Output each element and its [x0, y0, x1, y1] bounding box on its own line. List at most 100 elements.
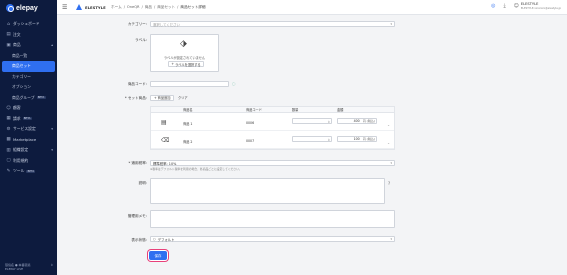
status-select[interactable]: ○ デフォルト ▾ — [150, 236, 395, 242]
save-button[interactable]: 保存 — [149, 251, 167, 260]
quantity-input[interactable]: ⇕ — [292, 136, 332, 142]
invoice-icon: ▦ — [6, 116, 11, 122]
check-circle-icon: ◌ — [232, 81, 236, 86]
product-name: 商品 2 — [183, 140, 193, 144]
store-name: ELESTYLE — [85, 5, 106, 10]
memo-textarea[interactable] — [150, 210, 395, 228]
sidebar-item-customers[interactable]: ☺ 顧客 — [0, 103, 57, 114]
doc-icon: ▢ — [6, 158, 11, 164]
category-label: カテゴリー: — [127, 22, 147, 26]
sidebar-item-products[interactable]: ▣ 商品 ▴ — [0, 40, 57, 51]
product-code-input[interactable] — [150, 81, 229, 87]
plus-icon: + — [171, 62, 175, 66]
help-icon[interactable]: ? — [388, 181, 390, 186]
product-code: 0006 — [246, 121, 255, 125]
label-label: ラベル: — [135, 38, 147, 42]
status-value: デフォルト — [157, 237, 175, 242]
sidebar: elepay ⌂ ダッシュボード ▤ 注文 ▣ 商品 ▴ 商品一覧 商品セット カテゴリ… — [0, 0, 57, 275]
breadcrumb-separator: / — [177, 5, 179, 9]
set-products-label: * セット商品: — [124, 96, 147, 100]
marketplace-icon: ▩ — [6, 137, 11, 143]
breadcrumb-separator: / — [141, 5, 143, 9]
sidebar-item-product-list[interactable]: 商品一覧 — [0, 51, 57, 62]
description-textarea[interactable] — [150, 178, 385, 204]
status-label: 表示状態: — [131, 238, 147, 242]
product-code-label: 商品コード: — [127, 82, 147, 86]
label-empty-text: ラベルが設定されていません — [163, 56, 206, 60]
user-email: ELESTYLE.xxxxxxx@elestyle.jp — [520, 6, 561, 10]
product-name: 商品 1 — [183, 122, 193, 126]
plus-icon: + — [154, 95, 157, 100]
topbar: ☰ ELESTYLE ホーム / OneQR / 商品 / 商品セット / 商品セット詳… — [57, 0, 567, 15]
chevron-down-icon: ▾ — [390, 161, 392, 165]
col-header-name: 商品名 — [183, 108, 193, 112]
breadcrumb-product-sets[interactable]: 商品セット — [157, 5, 175, 10]
breadcrumb-separator: / — [123, 5, 125, 9]
quantity-input[interactable]: ⇕ — [292, 118, 332, 124]
sidebar-item-marketplace[interactable]: ▩ Marketplace — [0, 135, 57, 146]
download-icon[interactable]: ⤓ — [503, 3, 505, 9]
environment-name: ELEPAY LIVE — [5, 267, 24, 271]
breadcrumb-products[interactable]: 商品 — [145, 5, 152, 10]
category-placeholder: 選択してください — [153, 22, 180, 27]
tax-rate-select[interactable]: 標準税率: 10% ▾ — [150, 160, 395, 166]
breadcrumb-separator: / — [153, 5, 156, 9]
sidebar-item-categories[interactable]: カテゴリー — [0, 72, 57, 83]
stepper-icon[interactable]: ⇕ — [327, 120, 330, 124]
environment-switcher[interactable]: 環境名 ● 本番環境 ELEPAY LIVE ⇕ — [5, 263, 53, 271]
home-icon: ⌂ — [7, 21, 10, 27]
user-menu[interactable]: ☺ ELESTYLE ELESTYLE.xxxxxxx@elestyle.jp — [513, 2, 561, 10]
sidebar-item-product-groups[interactable]: 商品グループ BETA — [0, 93, 57, 104]
description-label: 説明: — [138, 181, 147, 185]
sidebar-item-terms[interactable]: ▢ 利用規約 — [0, 156, 57, 167]
set-products-table: 商品名 商品コード 数量 金額 ▤ 商品 1 0006 ⇕ 400 円 (税込)… — [150, 106, 395, 150]
breadcrumb-home[interactable]: ホーム — [111, 5, 122, 10]
logo[interactable]: elepay — [6, 4, 38, 12]
logo-icon — [6, 4, 14, 12]
remove-row-icon[interactable]: ⌄ — [387, 123, 390, 127]
sidebar-item-product-sets[interactable]: 商品セット — [2, 61, 55, 72]
chevron-down-icon: ▾ — [51, 148, 53, 153]
beta-badge: BETA — [36, 96, 46, 100]
table-row: ▤ 商品 1 0006 ⇕ 400 円 (税込) ⌄ — [151, 113, 394, 131]
col-header-price: 金額 — [337, 108, 344, 112]
store-logo-icon — [76, 4, 82, 10]
box-icon: ▣ — [6, 42, 11, 48]
sidebar-item-dashboard[interactable]: ⌂ ダッシュボード — [0, 19, 57, 30]
chevron-down-icon: ▾ — [390, 22, 392, 26]
product-code: 0007 — [246, 139, 255, 143]
sidebar-item-orders[interactable]: ▤ 注文 — [0, 30, 57, 41]
chevron-updown-icon: ⇕ — [50, 263, 53, 267]
chevron-down-icon: ▾ — [390, 237, 392, 241]
tax-rate-value: 標準税率: 10% — [153, 161, 177, 166]
price-input[interactable]: 100 円 (税込) — [337, 136, 377, 142]
breadcrumb: ホーム / OneQR / 商品 / 商品セット / 商品セット詳細 — [111, 5, 206, 10]
sidebar-item-tools[interactable]: ✎ ツール BETA — [0, 166, 57, 177]
product-image-icon: ⌫ — [161, 137, 170, 144]
menu-icon[interactable]: ☰ — [62, 4, 67, 11]
table-row: ⌫ 商品 2 0007 ⇕ 100 円 (税込) ⌄ — [151, 131, 394, 149]
settings-icon: ⚙ — [6, 126, 11, 132]
sidebar-item-org-settings[interactable]: ▥ 組織設定 ▾ — [0, 145, 57, 156]
category-select[interactable]: 選択してください ▾ — [150, 21, 395, 27]
add-product-button[interactable]: + 商品追加 — [150, 95, 175, 101]
breadcrumb-oneqr[interactable]: OneQR — [127, 5, 140, 10]
col-header-code: 商品コード — [246, 108, 262, 112]
sidebar-nav: ⌂ ダッシュボード ▤ 注文 ▣ 商品 ▴ 商品一覧 商品セット カテゴリー オプション… — [0, 19, 57, 177]
remove-row-icon[interactable]: ⌄ — [387, 141, 390, 145]
user-avatar-icon: ☺ — [513, 3, 519, 10]
user-icon: ☺ — [6, 105, 11, 111]
breadcrumb-current: 商品セット詳細 — [180, 5, 206, 9]
org-icon: ▥ — [6, 147, 11, 153]
chevron-down-icon: ▾ — [51, 127, 53, 132]
status-dot-icon: ○ — [153, 237, 156, 241]
clear-button[interactable]: クリア — [175, 95, 191, 101]
sidebar-item-options[interactable]: オプション — [0, 82, 57, 93]
tag-icon: ⬗ — [180, 39, 187, 49]
help-icon[interactable]: ◎ — [491, 3, 495, 9]
stepper-icon[interactable]: ⇕ — [327, 138, 330, 142]
sidebar-item-service-settings[interactable]: ⚙ サービス設定 ▾ — [0, 124, 57, 135]
price-input[interactable]: 400 円 (税込) — [337, 118, 377, 124]
select-label-button[interactable]: + ラベルを選択する — [168, 61, 204, 67]
sidebar-item-invoices[interactable]: ▦ 請求 BETA — [0, 114, 57, 125]
